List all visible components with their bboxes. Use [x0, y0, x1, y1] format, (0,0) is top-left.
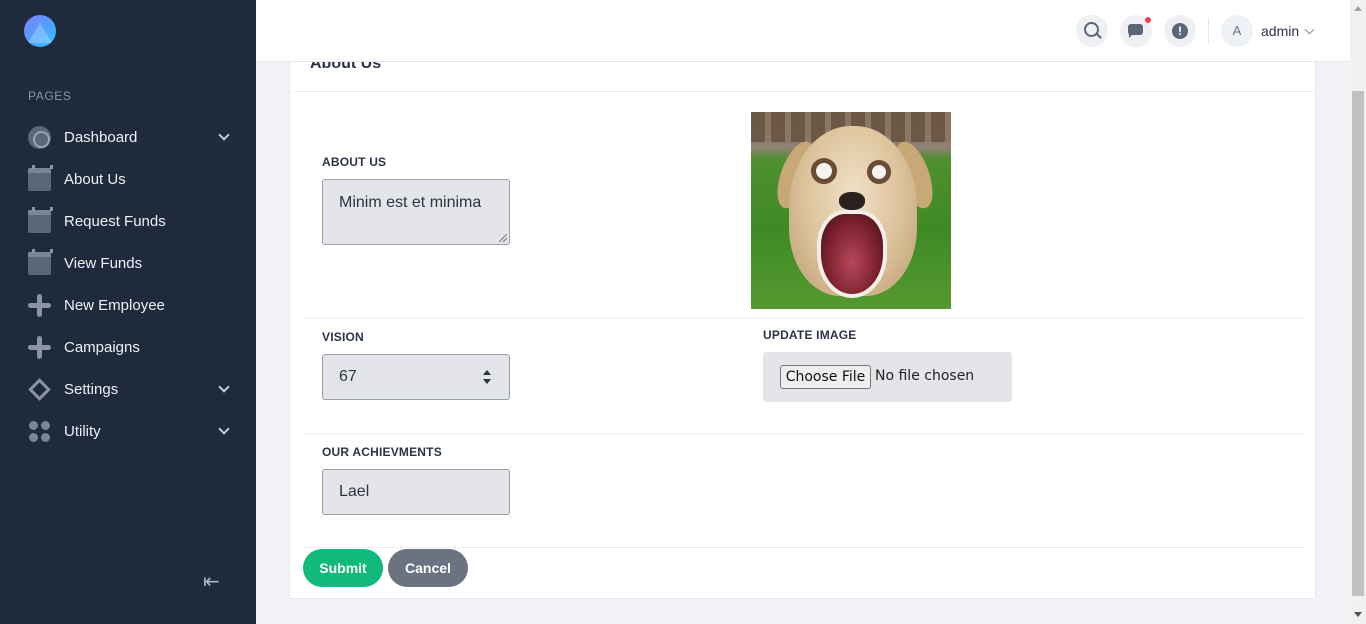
sidebar-item-label: About Us: [64, 170, 126, 188]
cancel-button[interactable]: Cancel: [388, 549, 468, 587]
about-us-image: [751, 112, 951, 309]
vision-value: 67: [339, 368, 357, 385]
user-name[interactable]: admin: [1261, 23, 1299, 39]
vision-label: VISION: [322, 330, 364, 344]
sidebar-item-view-funds[interactable]: View Funds: [0, 242, 256, 284]
file-status: No file chosen: [875, 368, 975, 384]
divider: [290, 91, 1317, 92]
achievements-value: Lael: [339, 483, 370, 500]
sidebar-item-label: Campaigns: [64, 338, 140, 356]
sparkle-icon: [28, 335, 51, 359]
scroll-down-icon[interactable]: [1354, 612, 1362, 617]
sidebar-item-campaigns[interactable]: Campaigns: [0, 326, 256, 368]
calendar-icon: [28, 248, 53, 275]
about-us-form-card: About Us ABOUT US Minim est et minima VI…: [289, 30, 1317, 599]
sidebar-item-label: Settings: [64, 380, 119, 398]
topbar: A admin: [256, 0, 1350, 62]
file-input: Choose File No file chosen: [763, 352, 1012, 402]
divider: [1208, 18, 1209, 44]
notification-dot: [1145, 17, 1151, 23]
about-us-label: ABOUT US: [322, 155, 387, 169]
page-scrollbar[interactable]: [1350, 0, 1366, 624]
chevron-down-icon: [218, 381, 230, 393]
about-us-value: Minim est et minima: [339, 194, 482, 211]
sidebar-item-settings[interactable]: Settings: [0, 368, 256, 410]
calendar-icon: [28, 206, 53, 233]
spinner-arrows-icon[interactable]: [483, 370, 491, 386]
update-image-label: UPDATE IMAGE: [763, 328, 857, 342]
sidebar-item-label: Utility: [64, 422, 101, 440]
sparkle-icon: [28, 293, 51, 317]
submit-button[interactable]: Submit: [303, 549, 383, 587]
sidebar: PAGES Dashboard About Us Request Funds V…: [0, 0, 256, 624]
achievements-input[interactable]: Lael: [322, 469, 510, 515]
chevron-down-icon: [218, 423, 230, 435]
about-us-textarea[interactable]: Minim est et minima: [322, 179, 510, 245]
collapse-sidebar-icon[interactable]: ⇤: [203, 572, 227, 592]
settings-icon: [28, 377, 51, 401]
vision-number-input[interactable]: 67: [322, 354, 510, 400]
alert-icon[interactable]: [1164, 15, 1196, 47]
dashboard-icon: [28, 125, 51, 149]
choose-file-button[interactable]: Choose File: [780, 365, 871, 389]
chevron-down-icon: [218, 129, 230, 141]
sidebar-item-label: View Funds: [64, 254, 143, 272]
sidebar-item-label: Request Funds: [64, 212, 166, 230]
sidebar-item-label: New Employee: [64, 296, 165, 314]
achievements-label: OUR ACHIEVMENTS: [322, 445, 442, 459]
utility-icon: [28, 420, 51, 443]
scroll-up-icon[interactable]: [1354, 6, 1362, 11]
divider: [303, 317, 1305, 318]
sidebar-item-label: Dashboard: [64, 128, 138, 146]
sidebar-nav: Dashboard About Us Request Funds View Fu…: [0, 116, 256, 452]
divider: [303, 547, 1305, 548]
sidebar-item-request-funds[interactable]: Request Funds: [0, 200, 256, 242]
scroll-thumb[interactable]: [1352, 91, 1364, 596]
resize-handle-icon[interactable]: [499, 234, 507, 242]
avatar[interactable]: A: [1221, 15, 1253, 47]
sidebar-item-about-us[interactable]: About Us: [0, 158, 256, 200]
divider: [303, 434, 1305, 435]
search-icon[interactable]: [1076, 15, 1108, 47]
chevron-down-icon[interactable]: [1304, 24, 1315, 35]
sidebar-section-title: PAGES: [28, 89, 72, 103]
sidebar-item-dashboard[interactable]: Dashboard: [0, 116, 256, 158]
calendar-icon: [28, 164, 53, 191]
app-logo[interactable]: [24, 15, 56, 47]
sidebar-item-new-employee[interactable]: New Employee: [0, 284, 256, 326]
sidebar-item-utility[interactable]: Utility: [0, 410, 256, 452]
